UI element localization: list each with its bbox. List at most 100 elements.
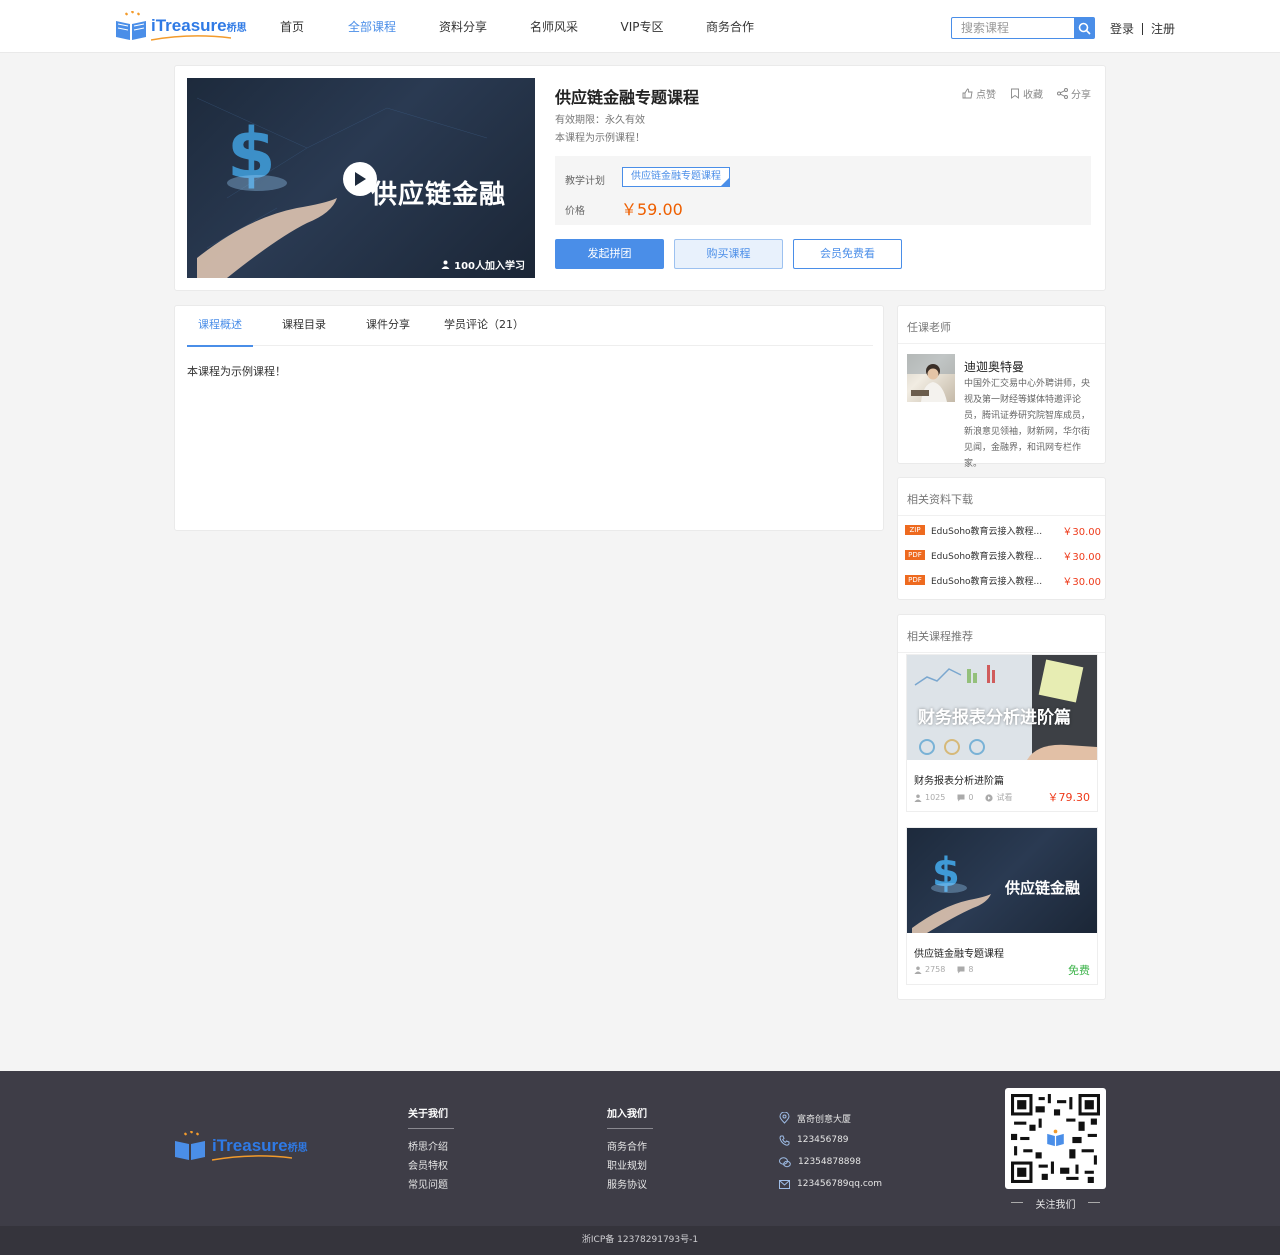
download-item[interactable]: PDF EduSoho教育云接入教程... ￥30.00 [905, 548, 1101, 563]
learner-count: 100人加入学习 [441, 257, 525, 272]
comment-count-text: 0 [968, 793, 974, 802]
contact-phone: 123456789 [779, 1129, 882, 1151]
comment-icon [957, 794, 965, 801]
search-button[interactable] [1074, 17, 1094, 39]
footer-link[interactable]: 商务合作 [607, 1141, 653, 1154]
student-count-text: 2758 [925, 965, 946, 974]
nav-business[interactable]: 商务合作 [682, 0, 778, 53]
logo-swoosh-icon [151, 35, 231, 41]
plan-price-box: 教学计划 供应链金融专题课程 价格 ￥59.00 [555, 156, 1091, 225]
download-item[interactable]: PDF EduSoho教育云接入教程... ￥30.00 [905, 573, 1101, 588]
site-logo[interactable]: iTreasure桥思 [115, 10, 247, 42]
like-label: 点赞 [976, 90, 996, 101]
buy-course-button[interactable]: 购买课程 [674, 239, 783, 269]
recommend-course-cover[interactable]: $ 供应链金融 [907, 828, 1097, 933]
download-name[interactable]: EduSoho教育云接入教程... [931, 524, 1047, 537]
qr-code [1005, 1088, 1106, 1189]
favorite-button[interactable]: 收藏 [1010, 86, 1043, 101]
nav-vip[interactable]: VIP专区 [602, 0, 682, 53]
tab-courseware[interactable]: 课件分享 [355, 306, 421, 346]
recommend-course-price: 免费 [1068, 964, 1090, 977]
footer-link[interactable]: 常见问题 [408, 1179, 454, 1192]
footer-link[interactable]: 会员特权 [408, 1160, 454, 1173]
trial-badge: 试看 [985, 792, 1012, 803]
recommend-course-item[interactable]: 财务报表分析进阶篇 财务报表分析进阶篇 1025 0 试看 ￥79.30 [906, 654, 1098, 812]
share-button[interactable]: 分享 [1057, 86, 1091, 101]
wechat-icon [779, 1156, 791, 1167]
like-button[interactable]: 点赞 [962, 86, 996, 101]
price-label: 价格 [565, 206, 585, 217]
logo-swoosh-icon [212, 1155, 292, 1161]
auth-links: 登录 注册 [1110, 20, 1175, 37]
course-detail-card: 课程概述 课程目录 课件分享 学员评论（21） 本课程为示例课程！ [174, 305, 884, 531]
wechat-text: 12354878898 [798, 1157, 861, 1167]
course-cover-video[interactable]: $ 供应链金融 100人加入学习 [187, 78, 535, 278]
footer-underline [607, 1128, 653, 1129]
teacher-photo-art [907, 354, 955, 402]
recommend-course-item[interactable]: $ 供应链金融 供应链金融专题课程 2758 8 免费 [906, 827, 1098, 985]
play-circle-icon [985, 793, 994, 802]
logo-sub: 桥思 [226, 23, 247, 34]
download-price: ￥30.00 [1062, 576, 1101, 588]
recommend-course-meta: 1025 0 试看 [914, 792, 1012, 803]
contact-wechat: 12354878898 [779, 1151, 882, 1173]
search-input[interactable] [952, 18, 1074, 38]
footer-contact: 富奇创意大厦 123456789 12354878898 123456789qq… [779, 1107, 882, 1195]
course-actions: 点赞 收藏 分享 [962, 86, 1091, 101]
footer-about-title: 关于我们 [408, 1109, 448, 1120]
user-icon [441, 260, 450, 269]
nav-teachers[interactable]: 名师风采 [506, 0, 602, 53]
teacher-name[interactable]: 迪迦奥特曼 [964, 358, 1024, 375]
cover-title: 供应链金融 [371, 180, 507, 210]
thumbs-up-icon [962, 88, 973, 99]
comment-count-text: 8 [968, 965, 974, 974]
recommend-course-title[interactable]: 财务报表分析进阶篇 [914, 772, 1004, 787]
nav-materials[interactable]: 资料分享 [420, 0, 506, 53]
vip-free-button[interactable]: 会员免费看 [793, 239, 902, 269]
site-footer: iTreasure桥思 关于我们 桥思介绍 会员特权 常见问题 加入我们 商务合… [0, 1071, 1280, 1226]
group-buy-button[interactable]: 发起拼团 [555, 239, 664, 269]
teacher-avatar[interactable] [907, 354, 955, 402]
learner-count-text: 100人加入学习 [454, 261, 525, 272]
download-name[interactable]: EduSoho教育云接入教程... [931, 574, 1047, 587]
book-logo-icon [175, 1131, 205, 1160]
footer-link[interactable]: 服务协议 [607, 1179, 653, 1192]
logo-name: iTreasure [212, 1136, 288, 1155]
comment-count: 8 [957, 965, 973, 974]
overview-text: 本课程为示例课程！ [187, 365, 286, 378]
recommend-cover-title: 供应链金融 [1005, 879, 1081, 897]
footer-join-title: 加入我们 [607, 1109, 647, 1120]
tab-reviews[interactable]: 学员评论（21） [437, 306, 531, 346]
plan-option-selected[interactable]: 供应链金融专题课程 [622, 167, 730, 187]
download-item[interactable]: ZIP EduSoho教育云接入教程... ￥30.00 [905, 523, 1101, 538]
downloads-card: 相关资料下载 ZIP EduSoho教育云接入教程... ￥30.00 PDF … [897, 477, 1106, 600]
recommend-course-meta: 2758 8 [914, 965, 973, 974]
footer-logo[interactable]: iTreasure桥思 [174, 1131, 308, 1161]
footer-link[interactable]: 职业规划 [607, 1160, 653, 1173]
download-name[interactable]: EduSoho教育云接入教程... [931, 549, 1047, 562]
phone-text: 123456789 [797, 1135, 849, 1145]
login-link[interactable]: 登录 [1110, 20, 1134, 37]
user-icon [914, 965, 922, 974]
file-type-badge: PDF [905, 550, 925, 560]
recommend-heading: 相关课程推荐 [907, 630, 973, 643]
tab-catalog[interactable]: 课程目录 [271, 306, 337, 346]
recommend-cover-title: 财务报表分析进阶篇 [918, 708, 1071, 728]
play-icon [355, 172, 366, 186]
divider [898, 515, 1105, 516]
user-icon [914, 793, 922, 802]
register-link[interactable]: 注册 [1151, 20, 1175, 37]
tab-overview[interactable]: 课程概述 [187, 306, 253, 347]
student-count: 1025 [914, 793, 945, 802]
contact-email: 123456789qq.com [779, 1173, 882, 1195]
file-type-badge: PDF [905, 575, 925, 585]
logo-text: iTreasure桥思 [151, 16, 247, 41]
footer-link[interactable]: 桥思介绍 [408, 1141, 454, 1154]
footer-about: 关于我们 桥思介绍 会员特权 常见问题 [408, 1105, 454, 1192]
nav-home[interactable]: 首页 [260, 0, 324, 53]
location-pin-icon [779, 1112, 790, 1124]
recommend-course-title[interactable]: 供应链金融专题课程 [914, 945, 1004, 960]
recommend-course-cover[interactable]: 财务报表分析进阶篇 [907, 655, 1097, 760]
search-icon [1078, 22, 1091, 35]
nav-all-courses[interactable]: 全部课程 [324, 0, 420, 53]
